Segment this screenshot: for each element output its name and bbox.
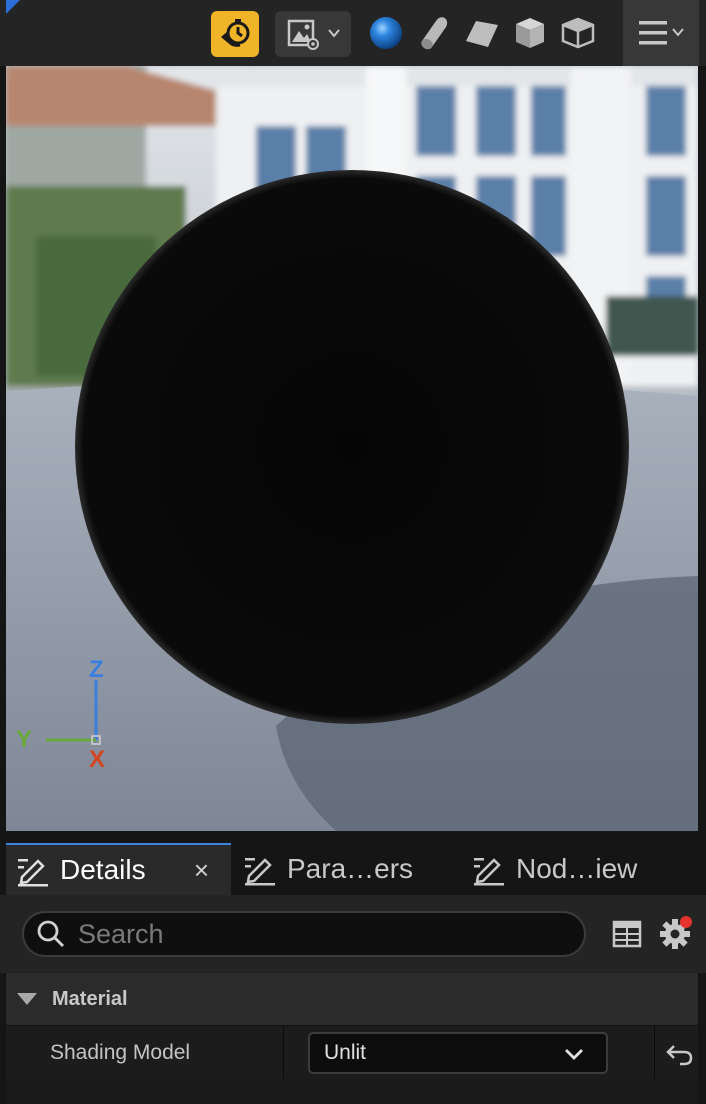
details-search-row xyxy=(0,895,706,973)
gear-icon xyxy=(660,916,692,949)
preview-sphere-button[interactable] xyxy=(367,14,405,52)
edit-parameters-icon xyxy=(245,858,275,886)
custom-mesh-icon xyxy=(561,17,595,49)
property-row-shading-model: Shading Model Unlit xyxy=(6,1025,698,1080)
notification-dot xyxy=(680,916,692,928)
property-column-divider[interactable] xyxy=(283,1026,284,1080)
chevron-down-icon xyxy=(328,29,340,38)
tab-node-preview-label: Nod…iew xyxy=(516,853,638,884)
close-tab-icon[interactable]: × xyxy=(194,855,209,886)
preview-sphere xyxy=(75,170,629,724)
details-settings-button[interactable] xyxy=(657,913,695,953)
reset-column-divider xyxy=(654,1026,655,1080)
axis-z-label: Z xyxy=(89,656,104,683)
viewport-options-menu-button[interactable] xyxy=(623,0,699,66)
realtime-stopwatch-icon xyxy=(221,19,250,47)
tab-parameters[interactable]: Para…ers xyxy=(243,843,463,895)
preview-scene xyxy=(6,66,698,831)
axis-y-label: Y xyxy=(16,726,33,753)
details-search-input[interactable] xyxy=(78,918,558,950)
panel-tab-bar: Details × Para…ers Nod…iew xyxy=(0,843,706,895)
preview-plane-button[interactable] xyxy=(463,14,501,52)
property-name-shading-model: Shading Model xyxy=(50,1041,191,1064)
cylinder-icon xyxy=(421,17,448,50)
material-preview-viewport[interactable]: Z Y X xyxy=(6,66,698,831)
preview-custom-mesh-button[interactable] xyxy=(559,14,597,52)
sphere-icon xyxy=(370,17,402,49)
tab-details-label: Details xyxy=(60,854,146,885)
details-panel: Details × Para…ers Nod…iew Search Materi… xyxy=(0,831,706,1104)
edit-node-preview-icon xyxy=(474,858,504,886)
plane-icon xyxy=(466,21,498,47)
reset-to-default-icon[interactable] xyxy=(664,1038,694,1068)
details-search-box[interactable] xyxy=(22,911,586,957)
search-icon xyxy=(37,920,65,948)
viewport-toolbar xyxy=(0,0,706,66)
preview-cylinder-button[interactable] xyxy=(415,14,453,52)
hamburger-menu-icon xyxy=(639,21,684,45)
property-matrix-button[interactable] xyxy=(610,917,644,951)
category-material[interactable]: Material xyxy=(6,973,698,1025)
viewport-corner-marker xyxy=(6,0,20,14)
table-grid-icon xyxy=(612,920,642,948)
realtime-toggle-button[interactable] xyxy=(211,11,259,57)
preview-scene-settings-icon xyxy=(287,19,319,50)
preview-scene-settings-button[interactable] xyxy=(275,11,351,57)
axis-x-label: X xyxy=(89,746,106,773)
collapse-triangle-icon xyxy=(17,993,37,1005)
tab-parameters-label: Para…ers xyxy=(287,853,414,884)
shading-model-value: Unlit xyxy=(324,1041,367,1064)
tab-node-preview[interactable]: Nod…iew xyxy=(472,843,692,895)
preview-cube-button[interactable] xyxy=(511,14,549,52)
panel-empty-area xyxy=(6,1079,698,1104)
category-material-label: Material xyxy=(52,987,128,1010)
tab-details[interactable]: Details × xyxy=(6,843,231,895)
chevron-down-icon xyxy=(565,1049,583,1060)
shading-model-dropdown[interactable]: Unlit xyxy=(308,1032,608,1074)
cube-icon xyxy=(516,18,544,48)
edit-details-icon xyxy=(18,859,48,887)
